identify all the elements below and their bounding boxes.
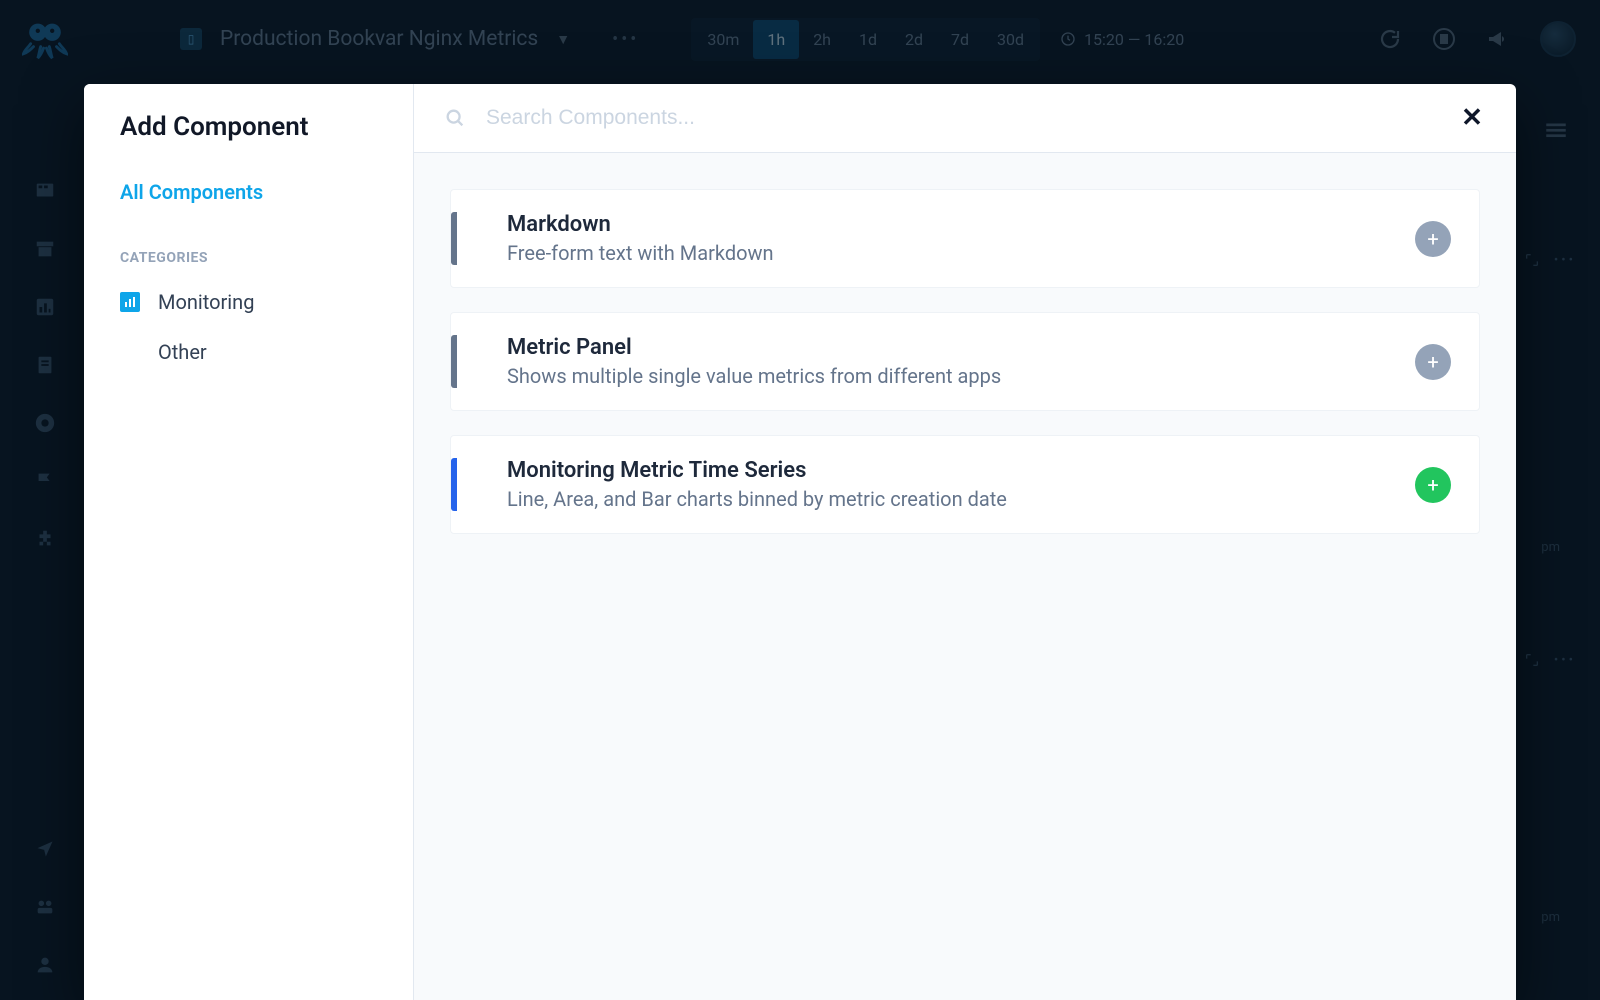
modal-sidebar: Add Component All Components CATEGORIES … bbox=[84, 84, 414, 1000]
component-accent-bar bbox=[451, 458, 457, 511]
categories-heading: CATEGORIES bbox=[120, 250, 377, 266]
component-accent-bar bbox=[451, 335, 457, 388]
modal-main: ✕ Markdown Free-form text with Markdown … bbox=[414, 84, 1516, 1000]
search-bar: ✕ bbox=[414, 84, 1516, 153]
component-markdown[interactable]: Markdown Free-form text with Markdown + bbox=[450, 189, 1480, 288]
component-list: Markdown Free-form text with Markdown + … bbox=[414, 153, 1516, 1000]
component-name: Markdown bbox=[507, 212, 1391, 237]
component-accent-bar bbox=[451, 212, 457, 265]
modal-title: Add Component bbox=[120, 112, 377, 142]
close-icon[interactable]: ✕ bbox=[1458, 104, 1486, 132]
category-label: Other bbox=[158, 340, 207, 364]
add-button[interactable]: + bbox=[1415, 344, 1451, 380]
add-component-modal: Add Component All Components CATEGORIES … bbox=[84, 84, 1516, 1000]
add-button[interactable]: + bbox=[1415, 467, 1451, 503]
category-monitoring[interactable]: Monitoring bbox=[120, 290, 377, 314]
component-metric-panel[interactable]: Metric Panel Shows multiple single value… bbox=[450, 312, 1480, 411]
category-other[interactable]: Other bbox=[120, 340, 377, 364]
add-button[interactable]: + bbox=[1415, 221, 1451, 257]
component-monitoring-time-series[interactable]: Monitoring Metric Time Series Line, Area… bbox=[450, 435, 1480, 534]
search-icon bbox=[444, 107, 466, 129]
category-label: Monitoring bbox=[158, 290, 254, 314]
component-name: Monitoring Metric Time Series bbox=[507, 458, 1391, 483]
component-description: Shows multiple single value metrics from… bbox=[507, 364, 1391, 388]
search-input[interactable] bbox=[484, 105, 1440, 131]
all-components-link[interactable]: All Components bbox=[120, 180, 377, 204]
component-description: Free-form text with Markdown bbox=[507, 241, 1391, 265]
component-description: Line, Area, and Bar charts binned by met… bbox=[507, 487, 1391, 511]
component-name: Metric Panel bbox=[507, 335, 1391, 360]
monitoring-icon bbox=[120, 292, 140, 312]
